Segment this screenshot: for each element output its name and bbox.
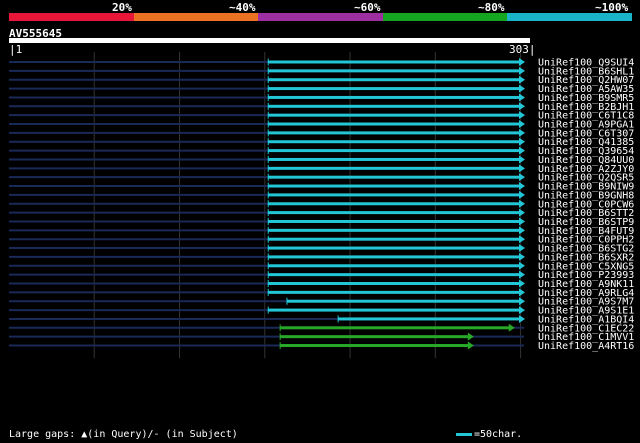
- gaps-suffix: (in Query)/- (in Subject): [87, 429, 238, 440]
- hit-arrow-icon: [467, 332, 474, 341]
- hit-arrow-icon: [519, 226, 525, 235]
- gaps-legend: Large gaps: ▲(in Query)/- (in Subject): [9, 429, 238, 440]
- hit-arrow-icon: [508, 323, 515, 332]
- hit-label-link[interactable]: UniRef100_A4RT16: [538, 341, 634, 352]
- color-strip-segment: [133, 13, 259, 21]
- hit-arrow-icon: [519, 66, 525, 75]
- hit-bar[interactable]: [268, 308, 520, 312]
- hit-bar[interactable]: [280, 335, 469, 339]
- hit-bar[interactable]: [268, 175, 520, 179]
- scale-label: =50char.: [474, 429, 523, 440]
- color-strip-segment: [258, 13, 383, 21]
- hit-arrow-icon: [519, 297, 525, 306]
- hit-bar[interactable]: [268, 113, 520, 117]
- identity-legend-labels: 20% ~40% ~60% ~80% ~100%: [0, 0, 640, 14]
- hit-bar[interactable]: [268, 157, 520, 161]
- hit-bar[interactable]: [280, 344, 469, 348]
- hit-arrow-icon: [519, 84, 525, 93]
- hit-arrow-icon: [519, 252, 525, 261]
- hit-arrow-icon: [519, 58, 525, 66]
- hit-arrow-icon: [519, 279, 525, 288]
- hit-bar[interactable]: [268, 60, 520, 64]
- hit-arrow-icon: [519, 137, 525, 146]
- hit-arrow-icon: [519, 288, 525, 297]
- hit-bar[interactable]: [268, 264, 520, 268]
- hit-arrow-icon: [519, 235, 525, 244]
- hit-bar[interactable]: [268, 246, 520, 250]
- hit-arrow-icon: [519, 155, 525, 164]
- hit-arrow-icon: [519, 120, 525, 129]
- hit-bar[interactable]: [268, 282, 520, 285]
- hit-bar[interactable]: [268, 211, 520, 215]
- hit-arrow-icon: [519, 128, 525, 137]
- identity-color-strip: [9, 13, 632, 21]
- hit-bar[interactable]: [268, 95, 520, 99]
- scale-key: =50char.: [456, 429, 522, 440]
- hit-bar[interactable]: [280, 326, 510, 330]
- scale-swatch: [456, 432, 472, 436]
- color-strip-segment: [507, 13, 632, 21]
- alignment-plot: UniRef100_Q9SUI4UniRef100_B6SHL1UniRef10…: [9, 52, 634, 359]
- hit-arrow-icon: [519, 217, 525, 226]
- hit-arrow-icon: [519, 314, 525, 323]
- hit-bar[interactable]: [268, 273, 520, 277]
- color-strip-segment: [9, 13, 134, 21]
- hit-bar[interactable]: [268, 69, 520, 73]
- hit-bar[interactable]: [268, 78, 520, 82]
- hit-arrow-icon: [467, 341, 474, 350]
- hit-arrow-icon: [519, 182, 525, 191]
- hit-arrow-icon: [519, 102, 525, 111]
- hit-arrow-icon: [519, 208, 525, 217]
- hit-arrow-icon: [519, 111, 525, 120]
- hit-bar[interactable]: [268, 290, 520, 294]
- hit-arrow-icon: [519, 199, 525, 208]
- hit-bar[interactable]: [268, 166, 520, 170]
- color-strip-segment: [382, 13, 508, 21]
- hit-bar[interactable]: [268, 131, 520, 135]
- hit-arrow-icon: [519, 173, 525, 182]
- hit-arrow-icon: [519, 164, 525, 173]
- hit-bar[interactable]: [268, 140, 520, 144]
- hit-arrow-icon: [519, 75, 525, 84]
- hit-bar[interactable]: [268, 87, 520, 91]
- hit-arrow-icon: [519, 261, 525, 270]
- hit-bar[interactable]: [268, 104, 520, 108]
- hit-bar[interactable]: [338, 317, 520, 321]
- hit-bar[interactable]: [268, 202, 520, 206]
- hit-bar[interactable]: [268, 228, 520, 232]
- hit-bar[interactable]: [268, 255, 520, 259]
- hit-arrow-icon: [519, 190, 525, 199]
- hit-arrow-icon: [519, 244, 525, 253]
- hit-bar[interactable]: [268, 149, 520, 153]
- hit-arrow-icon: [519, 270, 525, 279]
- hit-bar[interactable]: [268, 184, 520, 188]
- hit-bar[interactable]: [268, 237, 520, 241]
- hit-bar[interactable]: [286, 299, 520, 303]
- hit-bar[interactable]: [268, 193, 520, 197]
- hit-arrow-icon: [519, 146, 525, 155]
- hit-arrow-icon: [519, 306, 525, 315]
- query-bar: [9, 38, 530, 43]
- hit-bar[interactable]: [268, 122, 520, 126]
- hit-arrow-icon: [519, 93, 525, 102]
- hit-bar[interactable]: [268, 219, 520, 223]
- gaps-prefix: Large gaps:: [9, 429, 82, 440]
